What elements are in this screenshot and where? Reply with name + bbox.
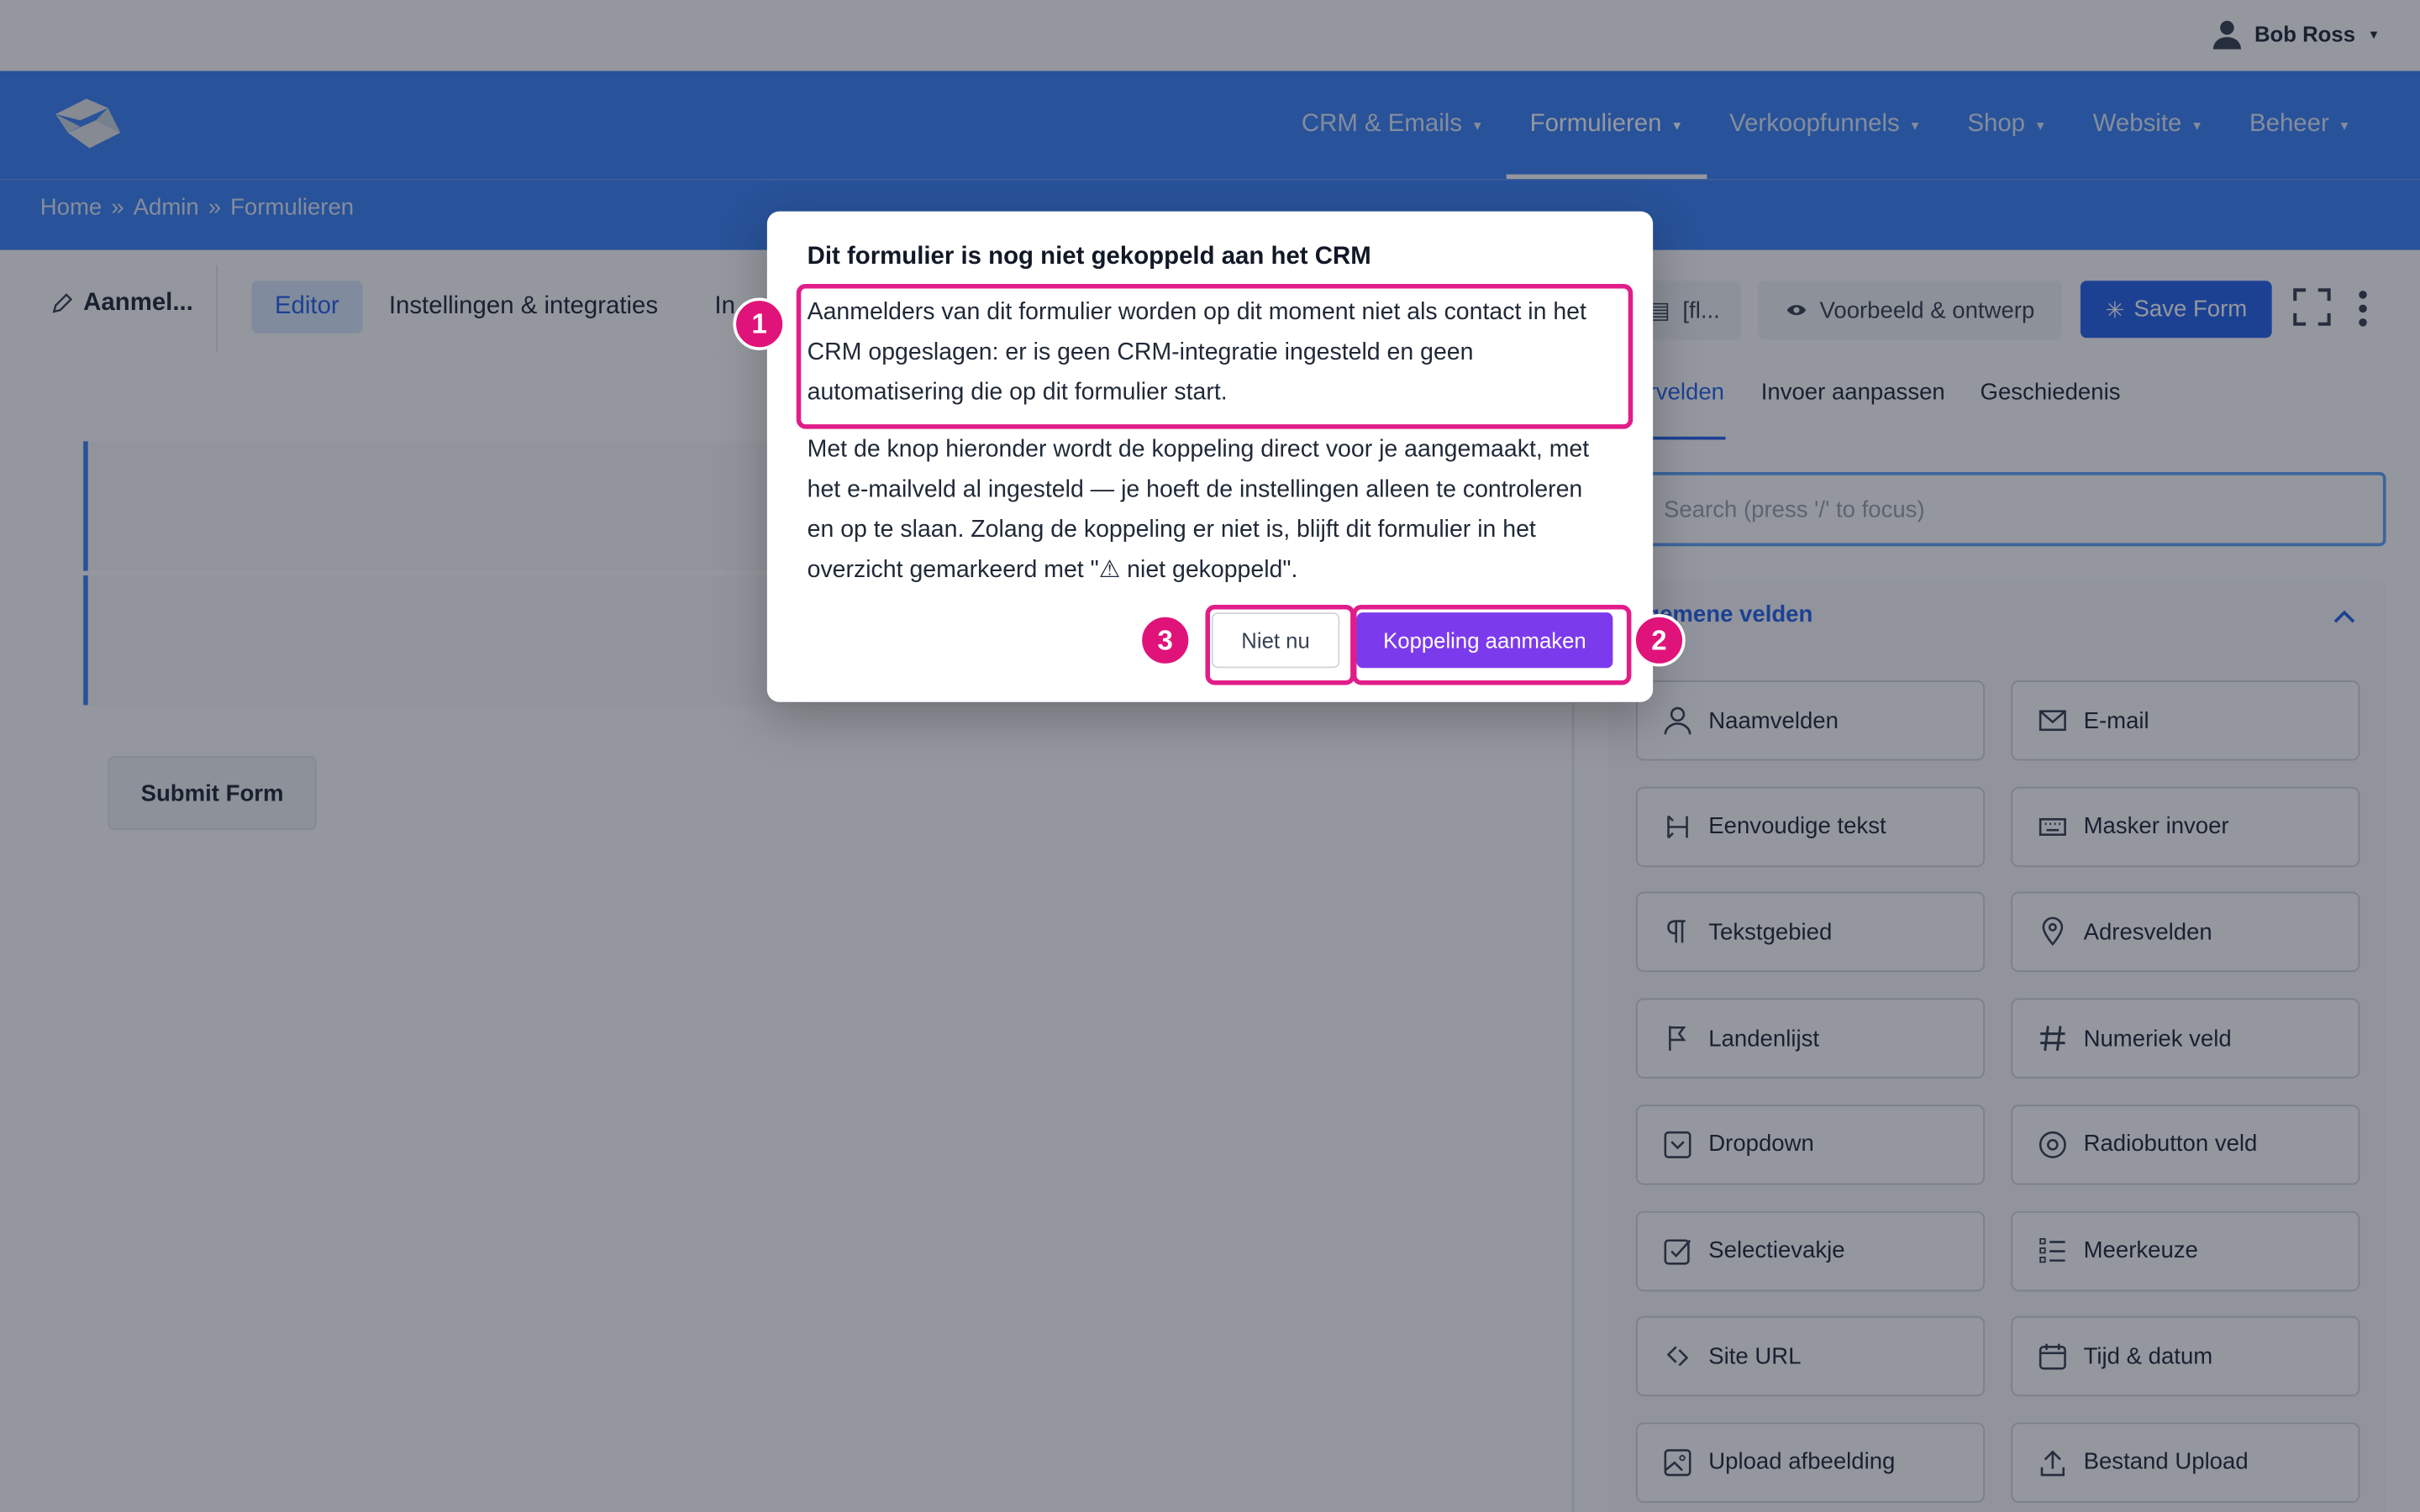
highlight-box-2: [1351, 605, 1632, 685]
highlight-box-1: [796, 283, 1634, 429]
modal-paragraph-2: Met de knop hieronder wordt de koppeling…: [807, 436, 1590, 584]
marker-2: 2: [1633, 614, 1686, 667]
highlight-box-3: [1205, 605, 1355, 685]
marker-1: 1: [733, 297, 786, 350]
modal-title: Dit formulier is nog niet gekoppeld aan …: [807, 244, 1371, 270]
marker-3: 3: [1139, 614, 1192, 667]
